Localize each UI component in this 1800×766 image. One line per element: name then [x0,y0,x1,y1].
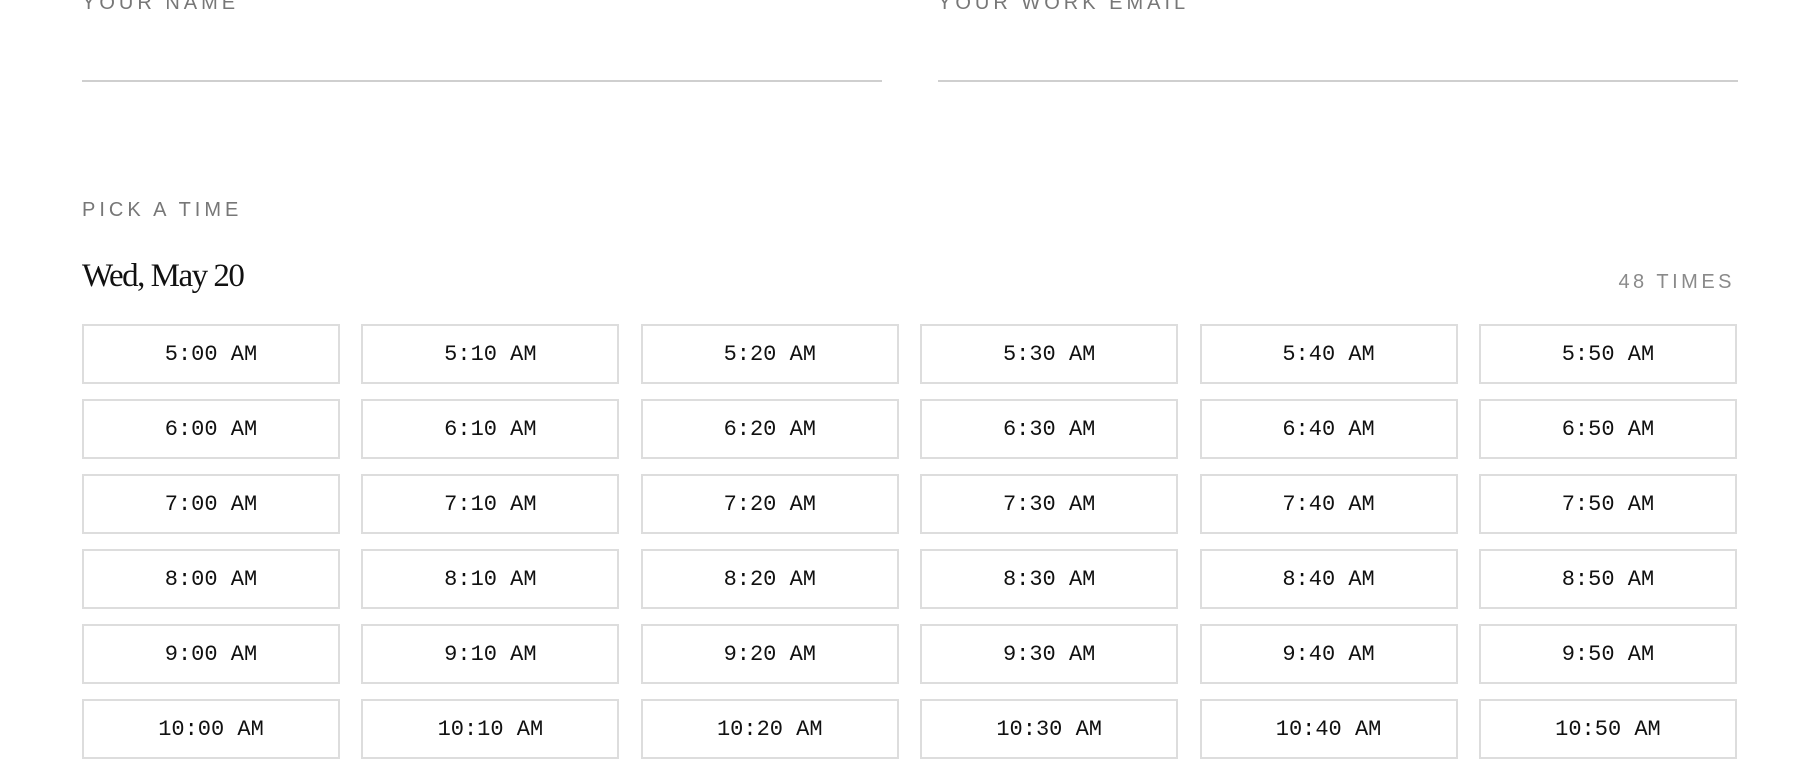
times-count: 48 TIMES [1618,271,1735,293]
time-slot-button[interactable]: 8:50 AM [1478,549,1737,609]
time-slot-button[interactable]: 10:30 AM [920,699,1179,759]
email-field-label: YOUR WORK EMAIL [938,0,1190,14]
time-slot-button[interactable]: 9:00 AM [82,624,340,684]
time-slot-button[interactable]: 8:40 AM [1199,549,1458,609]
time-slot-button[interactable]: 5:20 AM [640,324,899,384]
time-slot-button[interactable]: 5:50 AM [1478,324,1737,384]
pick-a-time-label: PICK A TIME [82,199,243,221]
time-slot-grid: 5:00 AM 5:10 AM 5:20 AM 5:30 AM 5:40 AM 5:50 … [82,324,1737,759]
time-slot-button[interactable]: 6:10 AM [361,399,620,459]
time-slot-button[interactable]: 5:10 AM [361,324,620,384]
time-slot-button[interactable]: 10:10 AM [361,699,620,759]
name-field-label: YOUR NAME [82,0,240,14]
time-slot-button[interactable]: 7:10 AM [361,474,620,534]
time-slot-button[interactable]: 7:20 AM [640,474,899,534]
email-input[interactable] [938,20,1738,82]
time-slot-button[interactable]: 9:40 AM [1199,624,1458,684]
name-input[interactable] [82,20,882,82]
time-slot-button[interactable]: 10:20 AM [640,699,899,759]
time-slot-button[interactable]: 8:30 AM [920,549,1179,609]
time-slot-button[interactable]: 10:00 AM [82,699,340,759]
time-slot-button[interactable]: 6:20 AM [640,399,899,459]
time-slot-button[interactable]: 8:00 AM [82,549,340,609]
time-slot-button[interactable]: 9:20 AM [640,624,899,684]
time-slot-button[interactable]: 6:30 AM [920,399,1179,459]
time-slot-button[interactable]: 8:20 AM [640,549,899,609]
email-field-group: YOUR WORK EMAIL [938,0,1738,102]
name-field-group: YOUR NAME [82,0,882,102]
time-slot-button[interactable]: 6:00 AM [82,399,340,459]
time-slot-button[interactable]: 7:30 AM [920,474,1179,534]
time-slot-button[interactable]: 10:40 AM [1199,699,1458,759]
time-slot-button[interactable]: 5:30 AM [920,324,1179,384]
time-slot-button[interactable]: 9:10 AM [361,624,620,684]
time-slot-button[interactable]: 6:50 AM [1478,399,1737,459]
contact-fields: YOUR NAME YOUR WORK EMAIL [82,0,1738,102]
time-slot-button[interactable]: 7:50 AM [1478,474,1737,534]
time-slot-button[interactable]: 9:30 AM [920,624,1179,684]
time-slot-button[interactable]: 6:40 AM [1199,399,1458,459]
time-slot-button[interactable]: 5:40 AM [1199,324,1458,384]
time-slot-button[interactable]: 10:50 AM [1478,699,1737,759]
time-slot-button[interactable]: 5:00 AM [82,324,340,384]
time-slot-button[interactable]: 7:40 AM [1199,474,1458,534]
time-slot-button[interactable]: 8:10 AM [361,549,620,609]
time-slot-button[interactable]: 9:50 AM [1478,624,1737,684]
time-slot-button[interactable]: 7:00 AM [82,474,340,534]
selected-date-title: Wed, May 20 [82,258,245,294]
